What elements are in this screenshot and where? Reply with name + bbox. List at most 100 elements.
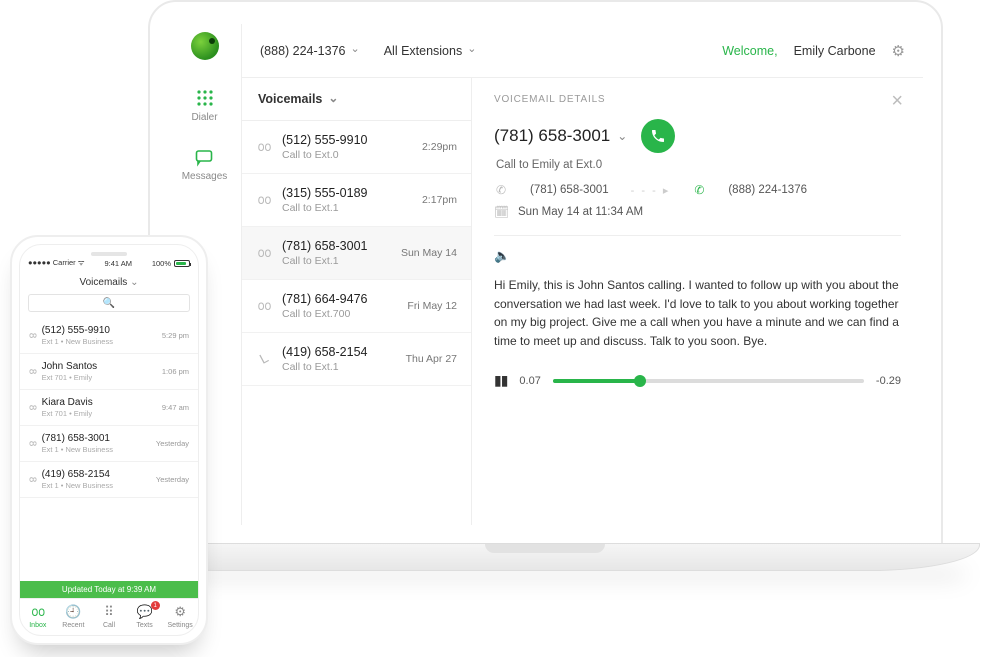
- voicemail-number: (315) 555-0189: [282, 186, 412, 200]
- texts-badge: 1: [151, 601, 160, 610]
- gear-icon: ⚙: [174, 604, 186, 620]
- item-sub: Ext 1 • New Business: [42, 337, 155, 346]
- seek-thumb[interactable]: [634, 375, 646, 387]
- divider: [494, 235, 901, 236]
- phone-outline-icon: ✆: [494, 183, 508, 197]
- tab-label: Recent: [62, 622, 84, 629]
- tab-recent[interactable]: 🕘 Recent: [56, 604, 92, 629]
- list-item[interactable]: 8 Kiara DavisExt 701 • Emily 9:47 am: [20, 390, 198, 426]
- voicemail-icon: 8: [26, 333, 37, 339]
- voicemail-row[interactable]: ᒪ (419) 658-2154 Call to Ext.1 Thu Apr 2…: [242, 333, 471, 386]
- nav-dialer[interactable]: Dialer: [191, 88, 217, 123]
- clock-icon: 🕘: [65, 604, 81, 620]
- speaker-icon[interactable]: 🔈: [494, 248, 901, 264]
- detail-phone-dropdown[interactable]: (781) 658-3001: [494, 126, 627, 146]
- voicemail-time: 2:29pm: [422, 141, 457, 153]
- top-bar: (888) 224-1376 All Extensions Welcome, E…: [242, 24, 923, 78]
- dialpad-icon: [195, 88, 215, 108]
- voicemail-subtext: Call to Ext.700: [282, 308, 397, 320]
- battery-icon: [174, 260, 190, 267]
- tab-label: Inbox: [29, 622, 46, 629]
- voicemail-subtext: Call to Ext.0: [282, 149, 412, 161]
- tab-call[interactable]: ⠿ Call: [91, 604, 127, 629]
- voicemail-subtext: Call to Ext.1: [282, 202, 412, 214]
- voicemail-row[interactable]: ൦൦ (781) 658-3001 Call to Ext.1 Sun May …: [242, 227, 471, 280]
- voicemail-subtext: Call to Ext.1: [282, 255, 391, 267]
- nav-messages[interactable]: Messages: [182, 147, 228, 182]
- item-sub: Ext 1 • New Business: [42, 445, 149, 454]
- voicemail-icon: 8: [26, 369, 37, 375]
- message-icon: [194, 147, 214, 167]
- item-sub: Ext 701 • Emily: [42, 409, 155, 418]
- voicemail-time: Sun May 14: [401, 247, 457, 259]
- last-updated-bar: Updated Today at 9:39 AM: [20, 581, 198, 598]
- voicemail-icon: ൦൦: [256, 192, 272, 208]
- settings-gear-icon[interactable]: ⚙: [892, 42, 905, 60]
- voicemail-time: 2:17pm: [422, 194, 457, 206]
- item-time: Yesterday: [156, 439, 189, 448]
- tab-texts[interactable]: 💬1Texts: [127, 604, 163, 629]
- phone-mockup: ●●●●● Carrier ᯤ 9:41 AM 100% Voicemails …: [10, 235, 208, 645]
- phone-icon: [650, 128, 666, 144]
- voicemail-row[interactable]: ൦൦ (315) 555-0189 Call to Ext.1 2:17pm: [242, 174, 471, 227]
- missed-call-icon: ᒪ: [253, 348, 275, 370]
- mobile-filter-dropdown[interactable]: Voicemails: [20, 272, 198, 294]
- item-time: 5:29 pm: [162, 331, 189, 340]
- seek-fill: [553, 379, 640, 383]
- mobile-voicemail-list[interactable]: 8 (512) 555-9910Ext 1 • New Business 5:2…: [20, 318, 198, 581]
- voicemail-detail-panel: VOICEMAIL DETAILS × (781) 658-3001 Call …: [472, 78, 923, 525]
- grasshopper-logo-icon: [191, 32, 219, 60]
- item-title: Kiara Davis: [42, 397, 155, 408]
- tab-label: Settings: [168, 622, 193, 629]
- item-time: 1:06 pm: [162, 367, 189, 376]
- status-clock: 9:41 AM: [104, 259, 132, 268]
- list-item[interactable]: 8 (419) 658-2154Ext 1 • New Business Yes…: [20, 462, 198, 498]
- mobile-search-input[interactable]: 🔍: [28, 294, 190, 312]
- signal-dots-icon: ●●●●●: [28, 258, 51, 267]
- voicemail-time: Fri May 12: [407, 300, 457, 312]
- battery-percent: 100%: [152, 259, 171, 268]
- tab-inbox[interactable]: ൦൦Inbox: [20, 604, 56, 629]
- close-icon[interactable]: ×: [891, 90, 903, 113]
- voicemail-row[interactable]: ൦൦ (512) 555-9910 Call to Ext.0 2:29pm: [242, 121, 471, 174]
- voicemail-subtext: Call to Ext.1: [282, 361, 396, 373]
- item-title: John Santos: [42, 361, 155, 372]
- call-back-button[interactable]: [641, 119, 675, 153]
- arrow-icon: - - - ▸: [631, 184, 671, 197]
- item-sub: Ext 1 • New Business: [42, 481, 149, 490]
- account-phone-dropdown[interactable]: (888) 224-1376: [260, 44, 360, 58]
- voicemail-row[interactable]: ൦൦ (781) 664-9476 Call to Ext.700 Fri Ma…: [242, 280, 471, 333]
- voicemail-number: (781) 658-3001: [282, 239, 391, 253]
- detail-from-number: (781) 658-3001: [530, 184, 609, 196]
- search-icon: 🔍: [103, 298, 115, 309]
- voicemail-time: Thu Apr 27: [406, 353, 457, 365]
- carrier-label: Carrier: [53, 258, 76, 267]
- nav-messages-label: Messages: [182, 171, 228, 182]
- list-item[interactable]: 8 John SantosExt 701 • Emily 1:06 pm: [20, 354, 198, 390]
- voicemail-list-dropdown[interactable]: Voicemails: [242, 78, 471, 121]
- dialpad-icon: ⠿: [104, 604, 114, 620]
- laptop-mockup: Dialer Messages (888) 224-1376 All Exten…: [110, 0, 980, 605]
- play-pause-button[interactable]: ▮▮: [494, 372, 507, 389]
- elapsed-time: 0.07: [519, 375, 540, 387]
- voicemail-icon: ൦൦: [256, 245, 272, 261]
- user-name: Emily Carbone: [794, 44, 876, 58]
- tab-label: Call: [103, 622, 115, 629]
- voicemail-number: (781) 664-9476: [282, 292, 397, 306]
- status-bar: ●●●●● Carrier ᯤ 9:41 AM 100%: [20, 256, 198, 272]
- voicemail-list: Voicemails ൦൦ (512) 555-9910 Call to Ext…: [242, 78, 472, 525]
- list-item[interactable]: 8 (512) 555-9910Ext 1 • New Business 5:2…: [20, 318, 198, 354]
- detail-call-to: Call to Emily at Ext.0: [496, 159, 901, 171]
- voicemail-transcript: Hi Emily, this is John Santos calling. I…: [494, 276, 901, 350]
- detail-date: Sun May 14 at 11:34 AM: [518, 206, 643, 218]
- audio-player: ▮▮ 0.07 -0.29: [494, 372, 901, 389]
- voicemail-number: (512) 555-9910: [282, 133, 412, 147]
- seek-track[interactable]: [553, 379, 864, 383]
- tab-label: Texts: [136, 622, 152, 629]
- remaining-time: -0.29: [876, 375, 901, 387]
- tab-settings[interactable]: ⚙ Settings: [162, 604, 198, 629]
- extensions-dropdown[interactable]: All Extensions: [384, 44, 477, 58]
- list-item[interactable]: 8 (781) 658-3001Ext 1 • New Business Yes…: [20, 426, 198, 462]
- main-column: (888) 224-1376 All Extensions Welcome, E…: [242, 24, 923, 525]
- item-sub: Ext 701 • Emily: [42, 373, 155, 382]
